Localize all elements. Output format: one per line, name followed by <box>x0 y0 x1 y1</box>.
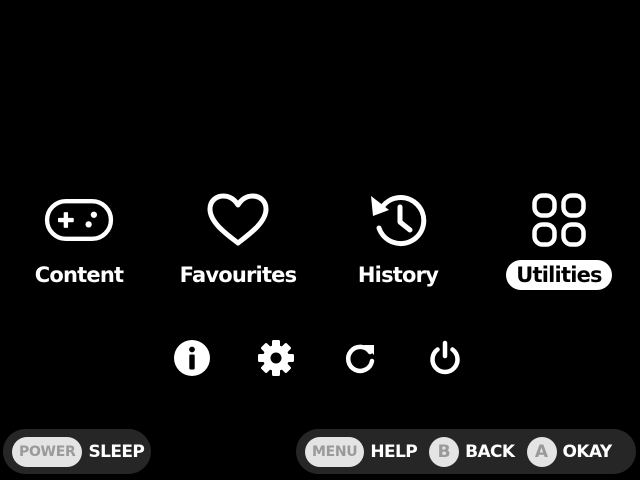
gamepad-icon <box>44 188 114 252</box>
menu-item-label: Utilities <box>506 260 612 290</box>
menu-item-label: History <box>357 263 439 287</box>
power-icon <box>430 340 460 375</box>
back-label: BACK <box>465 441 515 462</box>
menu-item-utilities[interactable]: Utilities <box>484 188 634 298</box>
info-button[interactable] <box>172 338 212 378</box>
info-icon <box>174 340 210 376</box>
history-icon <box>363 188 433 252</box>
help-hint[interactable]: MENU HELP <box>305 436 418 467</box>
gear-icon <box>258 340 294 376</box>
menu-item-history[interactable]: History <box>323 188 473 298</box>
a-key-badge: A <box>526 436 557 467</box>
menu-item-content[interactable]: Content <box>4 188 154 298</box>
okay-hint[interactable]: A OKAY <box>526 436 613 467</box>
sleep-label: SLEEP <box>88 441 145 462</box>
back-hint[interactable]: B BACK <box>429 436 515 467</box>
menu-key-badge: MENU <box>305 436 365 467</box>
power-key-badge: POWER <box>12 436 83 467</box>
power-button[interactable] <box>425 338 465 378</box>
menu-item-label: Favourites <box>179 263 298 287</box>
b-key-badge: B <box>429 436 460 467</box>
menu-item-label: Content <box>34 263 124 287</box>
sleep-hint[interactable]: POWER SLEEP <box>12 436 145 467</box>
footer-left-bar: POWER SLEEP <box>3 429 151 474</box>
okay-label: OKAY <box>562 441 613 462</box>
heart-icon <box>203 188 273 252</box>
footer-right-bar: MENU HELP B BACK A OKAY <box>296 429 636 474</box>
refresh-icon <box>345 344 375 374</box>
apps-grid-icon <box>524 188 594 252</box>
menu-item-favourites[interactable]: Favourites <box>163 188 313 298</box>
help-label: HELP <box>370 441 418 462</box>
settings-button[interactable] <box>256 338 296 378</box>
refresh-button[interactable] <box>340 338 380 378</box>
